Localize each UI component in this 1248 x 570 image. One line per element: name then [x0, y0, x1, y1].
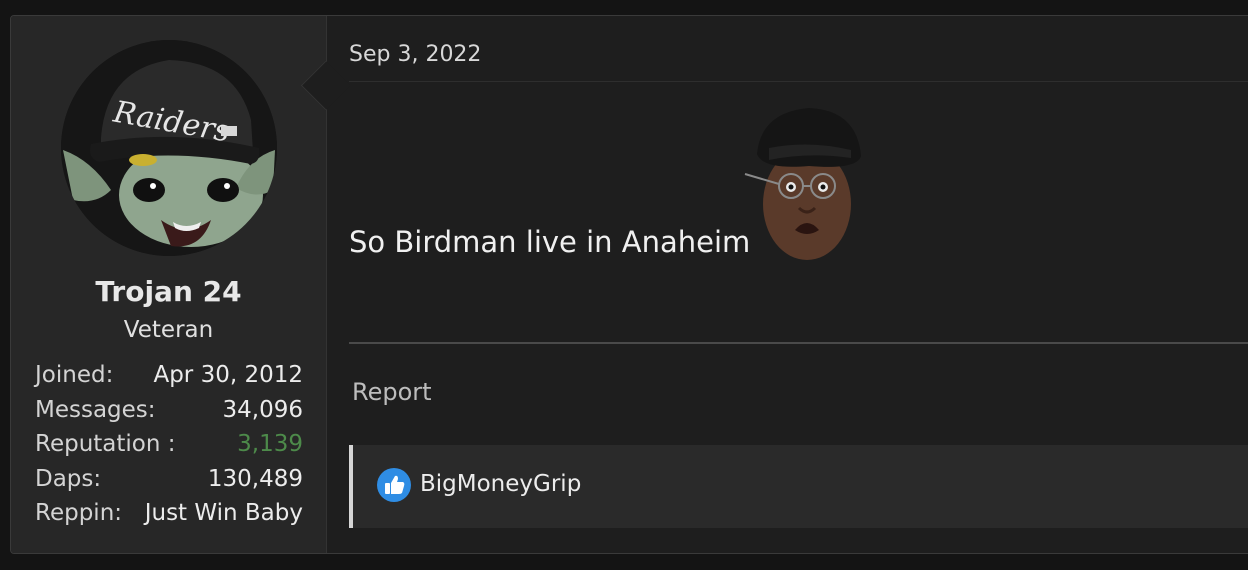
stat-reputation: Reputation : 3,139	[35, 427, 303, 462]
stat-value: Apr 30, 2012	[153, 362, 303, 388]
reaction-user-link[interactable]: BigMoneyGrip	[420, 471, 581, 497]
stat-label: Messages:	[35, 396, 156, 423]
stat-label: Reppin:	[35, 500, 123, 526]
user-avatar[interactable]: Raiders	[61, 40, 277, 256]
stat-value: Just Win Baby	[144, 500, 303, 526]
stat-reppin: Reppin: Just Win Baby	[35, 496, 303, 531]
birdman-smiley-image	[744, 108, 861, 260]
username[interactable]: Trojan 24	[11, 275, 326, 308]
stat-daps: Daps: 130,489	[35, 462, 303, 497]
stat-label: Daps:	[35, 465, 102, 492]
like-icon	[377, 468, 411, 502]
stat-value[interactable]: 34,096	[223, 393, 303, 428]
reactions-bar: BigMoneyGrip	[349, 445, 1248, 528]
post-date[interactable]: Sep 3, 2022	[349, 42, 481, 67]
report-link[interactable]: Report	[352, 378, 432, 406]
content-divider	[349, 342, 1248, 344]
user-info-panel: Raiders Trojan 24 Veteran Joined: Apr 30…	[11, 16, 327, 553]
user-stats: Joined: Apr 30, 2012 Messages: 34,096 Re…	[35, 358, 303, 531]
stat-messages: Messages: 34,096	[35, 393, 303, 428]
user-title: Veteran	[123, 317, 214, 343]
post-message: So Birdman live in Anaheim	[349, 225, 751, 259]
stat-value: 3,139	[237, 431, 303, 457]
stat-value: 130,489	[207, 465, 303, 492]
avatar-icon: Raiders	[61, 40, 277, 256]
stat-joined: Joined: Apr 30, 2012	[35, 358, 303, 393]
post-container: Raiders Trojan 24 Veteran Joined: Apr 30…	[10, 15, 1248, 554]
header-divider	[349, 81, 1248, 82]
stat-label: Reputation :	[35, 431, 176, 457]
birdman-smiley-icon	[739, 104, 874, 266]
stat-label: Joined:	[35, 362, 114, 388]
